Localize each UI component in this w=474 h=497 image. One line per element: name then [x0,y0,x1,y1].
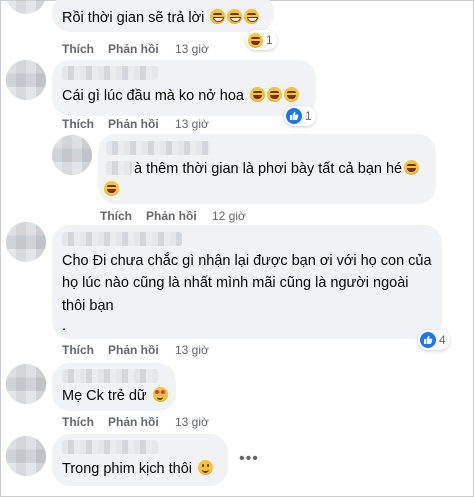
reply-action[interactable]: Phản hồi [108,343,159,357]
comment-text-4-line2: họ lúc nào cũng là nhất mình mãi cũng là… [62,275,409,291]
like-action[interactable]: Thích [62,42,94,56]
comment-timestamp[interactable]: 13 giờ [175,117,209,131]
laugh-emoji-icon [284,87,300,102]
smiling-face-with-hearts-icon [152,387,168,402]
reaction-summary-1[interactable]: 1 [246,30,277,50]
comment-timestamp[interactable]: 13 giờ [175,42,209,56]
reply-action[interactable]: Phản hồi [108,415,159,429]
commenter-name-blurred[interactable] [62,440,158,454]
laugh-emoji-icon [248,32,263,48]
laugh-emoji-icon [250,87,266,102]
grin-emoji-icon [227,9,243,24]
reaction-summary-2[interactable]: 1 [284,106,316,126]
reply-action[interactable]: Phản hồi [146,209,197,223]
reaction-summary-4[interactable]: 4 [418,330,450,350]
reply-action[interactable]: Phản hồi [108,42,159,56]
laugh-emoji-icon [404,160,420,175]
more-options-icon[interactable]: ••• [239,450,259,468]
avatar[interactable] [6,436,46,476]
comment-text-2: Cái gì lúc đầu mà ko nở hoa [62,87,300,106]
comment-text-4-line4: . [62,318,67,334]
avatar[interactable] [6,60,46,100]
avatar[interactable] [6,0,46,14]
comment-text-4-line1: Cho Đi chưa chắc gì nhận lại được bạn ơi… [62,253,432,269]
commenter-name-blurred[interactable] [62,66,158,80]
laugh-emoji-icon [104,181,119,196]
avatar[interactable] [52,135,92,175]
like-action[interactable]: Thích [62,343,94,357]
comment-text-3: à thêm thời gian là phơi bày tất cả bạn … [134,160,420,179]
commenter-name-blurred[interactable] [62,232,182,246]
like-icon [420,332,436,348]
smile-emoji-icon [198,460,214,475]
laugh-emoji-icon [267,87,283,102]
grin-emoji-icon [244,9,260,24]
like-action[interactable]: Thích [100,209,132,223]
commenter-name-blurred[interactable] [62,369,158,383]
like-action[interactable]: Thích [62,415,94,429]
comment-text-6: Trong phim kịch thôi [62,460,214,479]
comment-text-5: Mẹ Ck trẻ dữ [62,387,168,406]
comment-timestamp[interactable]: 13 giờ [175,415,209,429]
commenter-mention-blurred[interactable] [106,161,132,175]
avatar[interactable] [6,364,46,404]
comment-text-4-line3: thôi bạn [62,298,114,314]
avatar[interactable] [6,222,46,262]
comment-timestamp[interactable]: 13 giờ [175,343,209,357]
like-action[interactable]: Thích [62,117,94,131]
comment-text-1: Rồi thời gian sẽ trả lời [62,9,260,28]
commenter-name-blurred[interactable] [106,141,210,155]
grin-emoji-icon [210,9,226,24]
like-icon [286,108,302,124]
reply-action[interactable]: Phản hồi [108,117,159,131]
comment-text-3-line2 [104,181,119,200]
comment-timestamp[interactable]: 12 giờ [212,209,246,223]
